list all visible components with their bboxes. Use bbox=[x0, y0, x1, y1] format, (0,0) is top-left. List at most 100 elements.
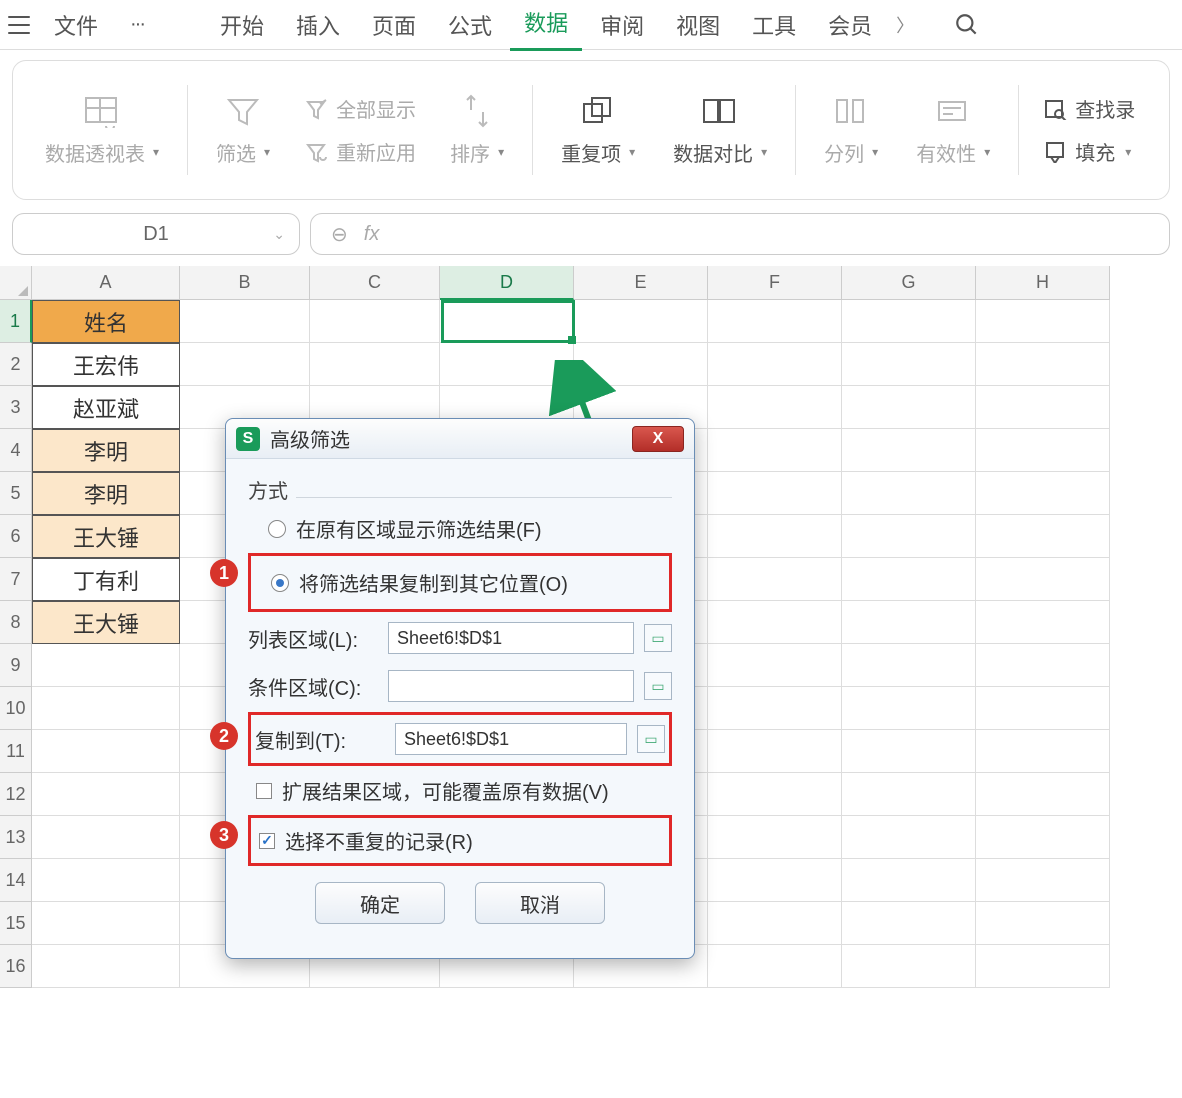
cell-G16[interactable] bbox=[842, 945, 976, 988]
tabs-scroll-right-icon[interactable]: 〉 bbox=[890, 12, 920, 38]
search-button[interactable] bbox=[954, 12, 980, 38]
cell-F2[interactable] bbox=[708, 343, 842, 386]
row-header-10[interactable]: 10 bbox=[0, 687, 32, 730]
cell-A16[interactable] bbox=[32, 945, 180, 988]
cell-F15[interactable] bbox=[708, 902, 842, 945]
cell-F9[interactable] bbox=[708, 644, 842, 687]
ribbon-duplicates[interactable]: 重复项▾ bbox=[547, 94, 649, 167]
row-header-8[interactable]: 8 bbox=[0, 601, 32, 644]
ribbon-compare[interactable]: 数据对比▾ bbox=[659, 94, 781, 167]
cell-H1[interactable] bbox=[976, 300, 1110, 343]
cell-H9[interactable] bbox=[976, 644, 1110, 687]
ribbon-fill[interactable]: 填充▾ bbox=[1043, 137, 1135, 166]
col-header-C[interactable]: C bbox=[310, 266, 440, 300]
tab-formula[interactable]: 公式 bbox=[434, 1, 506, 49]
cell-H15[interactable] bbox=[976, 902, 1110, 945]
tab-member[interactable]: 会员 bbox=[814, 1, 886, 49]
cell-A9[interactable] bbox=[32, 644, 180, 687]
cell-F8[interactable] bbox=[708, 601, 842, 644]
cell-F1[interactable] bbox=[708, 300, 842, 343]
radio-copy-elsewhere[interactable]: 将筛选结果复制到其它位置(O) bbox=[255, 560, 665, 605]
select-all-corner[interactable] bbox=[0, 266, 32, 300]
range-picker-icon[interactable]: ▭ bbox=[644, 672, 672, 700]
tab-insert[interactable]: 插入 bbox=[282, 1, 354, 49]
cell-H8[interactable] bbox=[976, 601, 1110, 644]
cell-A1[interactable]: 姓名 bbox=[32, 300, 180, 343]
cell-A3[interactable]: 赵亚斌 bbox=[32, 386, 180, 429]
cell-H3[interactable] bbox=[976, 386, 1110, 429]
cell-G12[interactable] bbox=[842, 773, 976, 816]
cell-H16[interactable] bbox=[976, 945, 1110, 988]
ribbon-reapply[interactable]: 重新应用 bbox=[304, 137, 416, 166]
cell-G3[interactable] bbox=[842, 386, 976, 429]
cell-H12[interactable] bbox=[976, 773, 1110, 816]
cell-B1[interactable] bbox=[180, 300, 310, 343]
cell-H10[interactable] bbox=[976, 687, 1110, 730]
cell-G11[interactable] bbox=[842, 730, 976, 773]
cell-A6[interactable]: 王大锤 bbox=[32, 515, 180, 558]
col-header-D[interactable]: D bbox=[440, 266, 574, 300]
row-header-5[interactable]: 5 bbox=[0, 472, 32, 515]
cell-H6[interactable] bbox=[976, 515, 1110, 558]
cell-A12[interactable] bbox=[32, 773, 180, 816]
criteria-input[interactable] bbox=[388, 670, 634, 702]
row-header-2[interactable]: 2 bbox=[0, 343, 32, 386]
cell-C2[interactable] bbox=[310, 343, 440, 386]
cell-G9[interactable] bbox=[842, 644, 976, 687]
checkbox-extend[interactable]: 扩展结果区域，可能覆盖原有数据(V) bbox=[248, 768, 672, 813]
col-header-G[interactable]: G bbox=[842, 266, 976, 300]
cell-A8[interactable]: 王大锤 bbox=[32, 601, 180, 644]
col-header-H[interactable]: H bbox=[976, 266, 1110, 300]
cell-F13[interactable] bbox=[708, 816, 842, 859]
row-header-14[interactable]: 14 bbox=[0, 859, 32, 902]
cell-H4[interactable] bbox=[976, 429, 1110, 472]
row-header-7[interactable]: 7 bbox=[0, 558, 32, 601]
cell-E1[interactable] bbox=[574, 300, 708, 343]
cell-G7[interactable] bbox=[842, 558, 976, 601]
row-header-12[interactable]: 12 bbox=[0, 773, 32, 816]
cell-C1[interactable] bbox=[310, 300, 440, 343]
col-header-B[interactable]: B bbox=[180, 266, 310, 300]
cell-A4[interactable]: 李明 bbox=[32, 429, 180, 472]
cancel-button[interactable]: 取消 bbox=[475, 882, 605, 924]
cell-H14[interactable] bbox=[976, 859, 1110, 902]
ribbon-pivot[interactable]: 数据透视表▾ bbox=[31, 94, 173, 167]
tab-page[interactable]: 页面 bbox=[358, 1, 430, 49]
cell-A2[interactable]: 王宏伟 bbox=[32, 343, 180, 386]
ribbon-sort[interactable]: 排序▾ bbox=[436, 94, 518, 167]
ribbon-validity[interactable]: 有效性▾ bbox=[902, 94, 1004, 167]
name-box[interactable]: D1 ⌄ bbox=[12, 213, 300, 255]
cell-F14[interactable] bbox=[708, 859, 842, 902]
cell-G14[interactable] bbox=[842, 859, 976, 902]
cell-H2[interactable] bbox=[976, 343, 1110, 386]
cell-F5[interactable] bbox=[708, 472, 842, 515]
ok-button[interactable]: 确定 bbox=[315, 882, 445, 924]
cell-D1[interactable] bbox=[440, 300, 574, 343]
col-header-F[interactable]: F bbox=[708, 266, 842, 300]
cell-G5[interactable] bbox=[842, 472, 976, 515]
cell-H5[interactable] bbox=[976, 472, 1110, 515]
row-header-3[interactable]: 3 bbox=[0, 386, 32, 429]
cell-F10[interactable] bbox=[708, 687, 842, 730]
cell-H7[interactable] bbox=[976, 558, 1110, 601]
row-header-11[interactable]: 11 bbox=[0, 730, 32, 773]
tab-start[interactable]: 开始 bbox=[206, 1, 278, 49]
cell-D2[interactable] bbox=[440, 343, 574, 386]
cell-B2[interactable] bbox=[180, 343, 310, 386]
tab-tools[interactable]: 工具 bbox=[738, 1, 810, 49]
cell-G15[interactable] bbox=[842, 902, 976, 945]
cell-G4[interactable] bbox=[842, 429, 976, 472]
row-header-1[interactable]: 1 bbox=[0, 300, 32, 343]
tab-view[interactable]: 视图 bbox=[662, 1, 734, 49]
cell-G13[interactable] bbox=[842, 816, 976, 859]
range-picker-icon[interactable]: ▭ bbox=[644, 624, 672, 652]
cell-A13[interactable] bbox=[32, 816, 180, 859]
row-header-15[interactable]: 15 bbox=[0, 902, 32, 945]
range-picker-icon[interactable]: ▭ bbox=[637, 725, 665, 753]
radio-filter-inplace[interactable]: 在原有区域显示筛选结果(F) bbox=[248, 506, 672, 551]
formula-input[interactable]: ⊖ fx bbox=[310, 213, 1170, 255]
ribbon-showall[interactable]: 全部显示 bbox=[304, 94, 416, 123]
row-header-9[interactable]: 9 bbox=[0, 644, 32, 687]
cell-G2[interactable] bbox=[842, 343, 976, 386]
cell-A7[interactable]: 丁有利 bbox=[32, 558, 180, 601]
